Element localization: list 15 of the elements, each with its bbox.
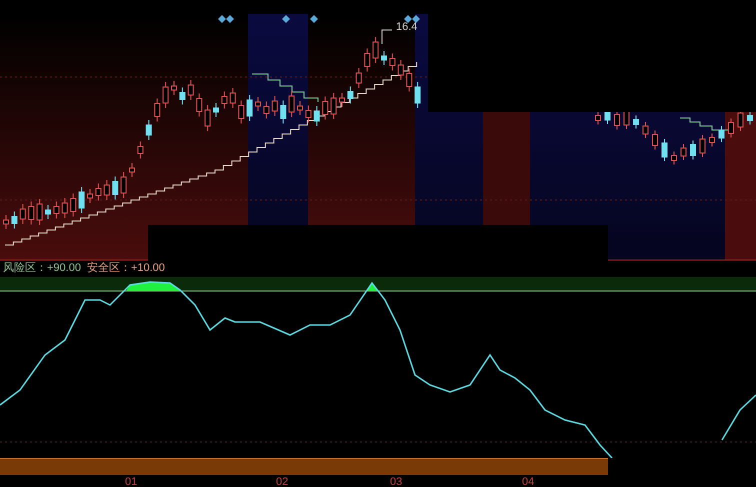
resistance-step-line xyxy=(252,74,318,102)
axis-label: 02 xyxy=(276,476,288,487)
price-label: 16.4 xyxy=(396,22,418,33)
legend-label: 风险区：+90.00 xyxy=(3,262,81,275)
risk-area-fill xyxy=(366,283,378,291)
leader-line xyxy=(382,30,392,44)
diamond-marker-icon xyxy=(282,15,290,23)
resistance-step-line xyxy=(680,118,730,130)
axis-label: 01 xyxy=(125,476,138,487)
indicator-line xyxy=(721,394,756,440)
diamond-marker-icon xyxy=(310,15,318,23)
axis-label: 03 xyxy=(390,476,402,487)
axis-label: 04 xyxy=(522,476,534,487)
risk-area-fill xyxy=(126,282,182,291)
legend-label: 安全区：+10.00 xyxy=(86,262,165,275)
